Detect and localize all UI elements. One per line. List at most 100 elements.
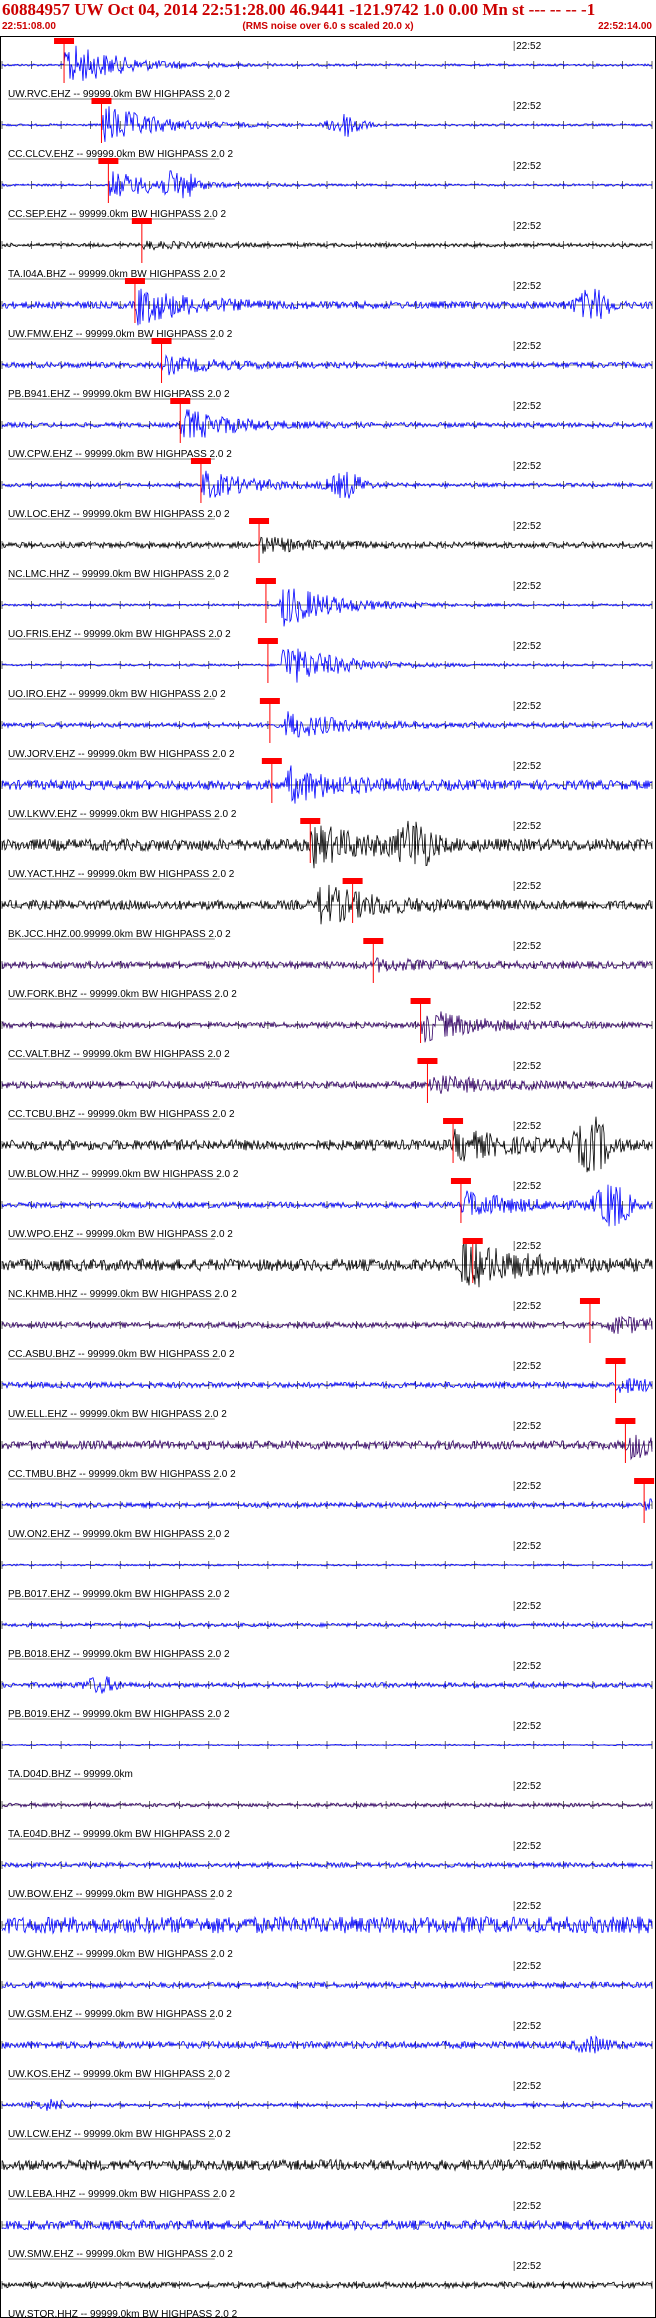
station-label: UW.ELL.EHZ -- 99999.0km BW HIGHPASS 2.0 … <box>8 1409 227 1420</box>
trace-row: 22:52 PB.B941.EHZ -- 99999.0km BW HIGHPAS… <box>1 338 653 400</box>
station-label: NC.LMC.HHZ -- 99999.0km BW HIGHPASS 2.0 … <box>8 569 229 580</box>
minute-label: 22:52 <box>516 2081 541 2092</box>
pick-flag <box>634 1478 655 1484</box>
station-label: UO.FRIS.EHZ -- 99999.0km BW HIGHPASS 2.0… <box>8 629 231 640</box>
minute-label: 22:52 <box>516 41 541 52</box>
station-label: UW.FMW.EHZ -- 99999.0km BW HIGHPASS 2.0 … <box>8 329 233 340</box>
minute-label: 22:52 <box>516 2141 541 2152</box>
trace-row: 22:52 CC.CLCV.EHZ -- 99999.0km BW HIGHPAS… <box>1 98 653 160</box>
station-label: UW.BLOW.HHZ -- 99999.0km BW HIGHPASS 2.0… <box>8 1169 239 1180</box>
trace-row: 22:52 UW.GSM.EHZ -- 99999.0km BW HIGHPASS… <box>1 1961 653 2020</box>
seismogram-panel: 22:52 UW.RVC.EHZ -- 99999.0km BW HIGHPASS… <box>0 36 656 2318</box>
minute-label: 22:52 <box>516 701 541 712</box>
minute-label: 22:52 <box>516 881 541 892</box>
minute-label: 22:52 <box>516 1421 541 1432</box>
pick-flag <box>151 338 172 344</box>
station-label: UW.BOW.EHZ -- 99999.0km BW HIGHPASS 2.0 … <box>8 1889 233 1900</box>
minute-label: 22:52 <box>516 341 541 352</box>
trace-row: 22:52 PB.B018.EHZ -- 99999.0km BW HIGHPAS… <box>1 1601 653 1660</box>
minute-label: 22:52 <box>516 1961 541 1972</box>
waveform-trace <box>1 1184 653 1227</box>
trace-row: 22:52 BK.JCC.HHZ.00.99999.0km BW HIGHPASS… <box>1 878 653 940</box>
minute-label: 22:52 <box>516 461 541 472</box>
station-label: UW.JORV.EHZ -- 99999.0km BW HIGHPASS 2.0… <box>8 749 235 760</box>
station-label: PB.B018.EHZ -- 99999.0km BW HIGHPASS 2.0… <box>8 1649 230 1660</box>
minute-label: 22:52 <box>516 521 541 532</box>
trace-row: 22:52 TA.D04D.BHZ -- 99999.0km <box>1 1721 653 1780</box>
plot-header: 60884957 UW Oct 04, 2014 22:51:28.00 46.… <box>0 0 656 36</box>
station-label: PB.B941.EHZ -- 99999.0km BW HIGHPASS 2.0… <box>8 389 230 400</box>
trace-row: 22:52 UW.WPO.EHZ -- 99999.0km BW HIGHPASS… <box>1 1178 653 1240</box>
minute-label: 22:52 <box>516 1241 541 1252</box>
station-label: TA.D04D.BHZ -- 99999.0km <box>8 1769 133 1780</box>
minute-label: 22:52 <box>516 1361 541 1372</box>
pick-flag <box>261 758 282 764</box>
trace-row: 22:52 UW.BLOW.HHZ -- 99999.0km BW HIGHPAS… <box>1 1116 653 1180</box>
minute-label: 22:52 <box>516 1121 541 1132</box>
pick-flag <box>255 578 276 584</box>
minute-label: 22:52 <box>516 581 541 592</box>
station-label: UW.ON2.EHZ -- 99999.0km BW HIGHPASS 2.0 … <box>8 1529 230 1540</box>
minute-label: 22:52 <box>516 1721 541 1732</box>
pick-flag <box>410 998 431 1004</box>
station-label: UW.LOC.EHZ -- 99999.0km BW HIGHPASS 2.0 … <box>8 509 230 520</box>
pick-flag <box>257 638 278 644</box>
pick-flag <box>124 278 145 284</box>
pick-flag <box>417 1058 438 1064</box>
rms-noise-note: (RMS noise over 6.0 s scaled 20.0 x) <box>242 21 414 32</box>
trace-row: 22:52 NC.LMC.HHZ -- 99999.0km BW HIGHPASS… <box>1 518 653 580</box>
minute-label: 22:52 <box>516 821 541 832</box>
minute-label: 22:52 <box>516 1181 541 1192</box>
minute-label: 22:52 <box>516 1001 541 1012</box>
trace-row: 22:52 UW.JORV.EHZ -- 99999.0km BW HIGHPAS… <box>1 698 653 760</box>
trace-row: 22:52 UO.FRIS.EHZ -- 99999.0km BW HIGHPAS… <box>1 578 653 640</box>
station-label: CC.TMBU.BHZ -- 99999.0km BW HIGHPASS 2.0… <box>8 1469 236 1480</box>
station-label: CC.CLCV.EHZ -- 99999.0km BW HIGHPASS 2.0… <box>8 149 234 160</box>
station-label: UW.WPO.EHZ -- 99999.0km BW HIGHPASS 2.0 … <box>8 1229 233 1240</box>
trace-row: 22:52 UW.FORK.BHZ -- 99999.0km BW HIGHPAS… <box>1 938 653 1000</box>
pick-flag <box>190 458 211 464</box>
minute-label: 22:52 <box>516 1601 541 1612</box>
trace-row: 22:52 TA.I04A.BHZ -- 99999.0km BW HIGHPAS… <box>1 218 653 280</box>
station-label: TA.E04D.BHZ -- 99999.0km BW HIGHPASS 2.0… <box>8 1829 230 1840</box>
minute-label: 22:52 <box>516 221 541 232</box>
trace-row: 22:52 PB.B017.EHZ -- 99999.0km BW HIGHPAS… <box>1 1541 653 1600</box>
trace-row: 22:52 UW.FMW.EHZ -- 99999.0km BW HIGHPASS… <box>1 278 653 340</box>
station-label: TA.I04A.BHZ -- 99999.0km BW HIGHPASS 2.0… <box>8 269 226 280</box>
station-label: BK.JCC.HHZ.00.99999.0km BW HIGHPASS 2.0 … <box>8 929 231 940</box>
minute-label: 22:52 <box>516 1061 541 1072</box>
waveform-trace <box>1 1239 653 1288</box>
station-label: PB.B019.EHZ -- 99999.0km BW HIGHPASS 2.0… <box>8 1709 230 1720</box>
station-label: CC.VALT.BHZ -- 99999.0km BW HIGHPASS 2.0… <box>8 1049 230 1060</box>
minute-label: 22:52 <box>516 1481 541 1492</box>
pick-flag <box>249 518 270 524</box>
trace-row: 22:52 UW.LOC.EHZ -- 99999.0km BW HIGHPASS… <box>1 458 653 520</box>
minute-label: 22:52 <box>516 401 541 412</box>
station-label: UW.FORK.BHZ -- 99999.0km BW HIGHPASS 2.0… <box>8 989 237 1000</box>
pick-flag <box>259 698 280 704</box>
minute-label: 22:52 <box>516 641 541 652</box>
pick-flag <box>363 938 384 944</box>
trace-row: 22:52 CC.TMBU.BHZ -- 99999.0km BW HIGHPAS… <box>1 1418 653 1480</box>
pick-flag <box>615 1418 636 1424</box>
pick-flag <box>131 218 152 224</box>
trace-row: 22:52 UW.YACT.HHZ -- 99999.0km BW HIGHPAS… <box>1 818 653 880</box>
trace-row: 22:52 CC.TCBU.BHZ -- 99999.0km BW HIGHPAS… <box>1 1058 653 1120</box>
station-label: CC.SEP.EHZ -- 99999.0km BW HIGHPASS 2.0 … <box>8 209 226 220</box>
waveform-trace <box>1 1378 653 1394</box>
trace-row: 22:52 UW.ON2.EHZ -- 99999.0km BW HIGHPASS… <box>1 1478 655 1540</box>
minute-label: 22:52 <box>516 2261 541 2272</box>
waveform-trace <box>1 354 653 376</box>
station-label: CC.ASBU.BHZ -- 99999.0km BW HIGHPASS 2.0… <box>8 1349 235 1360</box>
station-label: UW.LCW.EHZ -- 99999.0km BW HIGHPASS 2.0 … <box>8 2129 231 2140</box>
trace-row: 22:52 UO.IRO.EHZ -- 99999.0km BW HIGHPASS… <box>1 638 653 700</box>
minute-label: 22:52 <box>516 1301 541 1312</box>
trace-row: 22:52 UW.RVC.EHZ -- 99999.0km BW HIGHPASS… <box>1 38 653 100</box>
minute-label: 22:52 <box>516 1841 541 1852</box>
pick-flag <box>579 1298 600 1304</box>
trace-row: 22:52 UW.KOS.EHZ -- 99999.0km BW HIGHPASS… <box>1 2021 653 2080</box>
station-label: UW.LEBA.HHZ -- 99999.0km BW HIGHPASS 2.0… <box>8 2189 236 2200</box>
station-label: UW.YACT.HHZ -- 99999.0km BW HIGHPASS 2.0… <box>8 869 235 880</box>
trace-row: 22:52 NC.KHMB.HHZ -- 99999.0km BW HIGHPAS… <box>1 1238 653 1300</box>
pick-flag <box>170 398 191 404</box>
